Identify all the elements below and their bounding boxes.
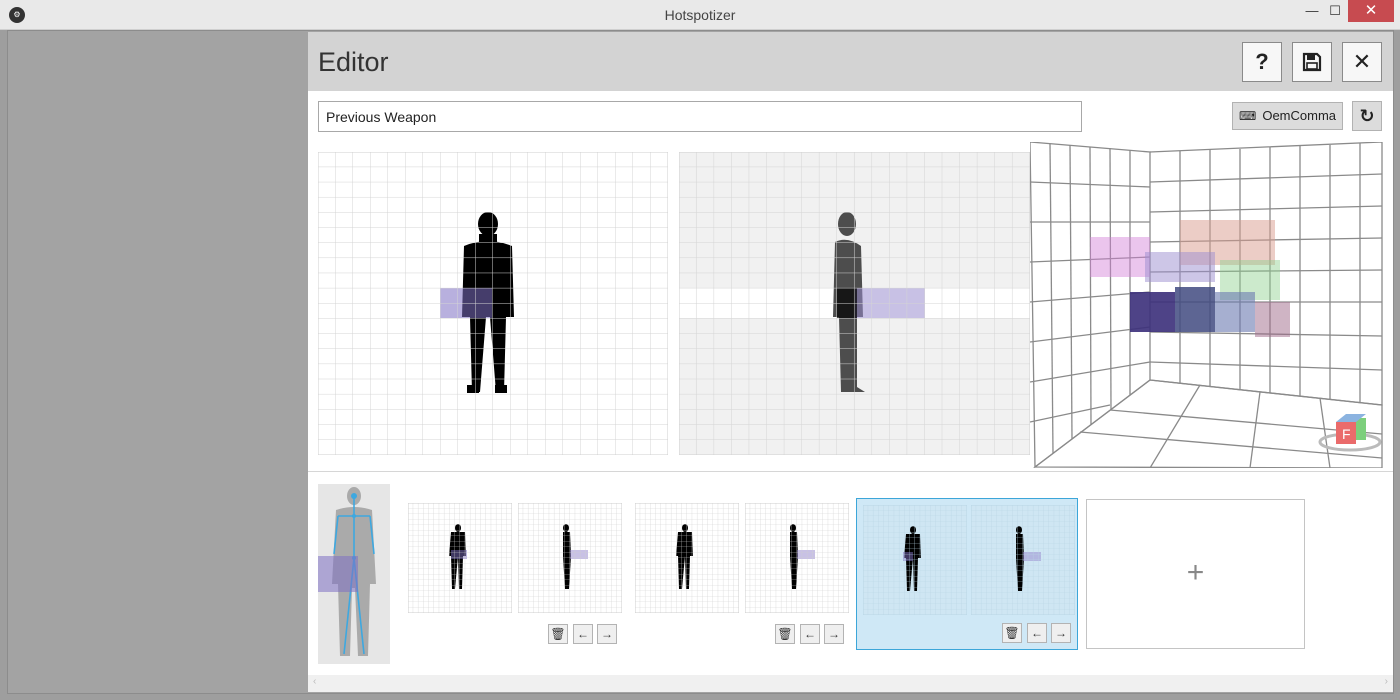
title-bar: ⚙ Hotspotizer — ☐ ✕ (0, 0, 1400, 30)
window-title: Hotspotizer (664, 7, 736, 23)
frame-1-side-thumb[interactable] (518, 503, 622, 613)
editor-header: Editor ? ✕ (308, 32, 1393, 91)
side-view-grid[interactable] (679, 152, 1030, 455)
frame-3-move-left-button[interactable]: ← (1027, 623, 1047, 643)
frame-3-side-thumb[interactable] (971, 505, 1075, 615)
gesture-name-input[interactable] (318, 101, 1082, 132)
orientation-cube-icon[interactable]: F (1318, 414, 1382, 452)
save-button[interactable] (1292, 42, 1332, 82)
separator (308, 471, 1393, 472)
joint-highlight (318, 556, 358, 592)
frame-1-delete-button[interactable]: 🗑 (548, 624, 568, 644)
frame-2-side-thumb[interactable] (745, 503, 849, 613)
add-frame-button[interactable]: + (1086, 499, 1305, 649)
skeleton-joint-picker[interactable] (318, 484, 390, 664)
frame-2-front-thumb[interactable] (635, 503, 739, 613)
svg-text:F: F (1342, 426, 1351, 442)
keyboard-icon: ⌨ (1239, 109, 1257, 123)
gesture-frame-3-selected[interactable]: 🗑 ← → (856, 498, 1078, 650)
close-window-button[interactable]: ✕ (1348, 0, 1394, 22)
editor-title: Editor (318, 47, 389, 77)
scroll-right-icon[interactable]: › (1385, 676, 1388, 687)
frame-1-move-left-button[interactable]: ← (573, 624, 593, 644)
key-binding-label: OemComma (1262, 108, 1337, 123)
frame-2-delete-button[interactable]: 🗑 (775, 624, 795, 644)
frame-2-move-left-button[interactable]: ← (800, 624, 820, 644)
scroll-left-icon[interactable]: ‹ (313, 676, 316, 687)
frame-3-move-right-button[interactable]: → (1051, 623, 1071, 643)
floppy-disk-icon (1302, 52, 1322, 72)
frame-1-move-right-button[interactable]: → (597, 624, 617, 644)
close-editor-button[interactable]: ✕ (1342, 42, 1382, 82)
3d-preview[interactable]: F (1030, 142, 1383, 468)
frame-3-front-thumb[interactable] (863, 505, 967, 615)
frame-3-delete-button[interactable]: 🗑 (1002, 623, 1022, 643)
refresh-icon: ↻ (1359, 106, 1375, 126)
frame-1-front-thumb[interactable] (408, 503, 512, 613)
horizontal-scrollbar[interactable]: ‹ › (308, 675, 1393, 692)
frame-2-move-right-button[interactable]: → (824, 624, 844, 644)
3d-hotspots (1090, 220, 1290, 337)
maximize-button[interactable]: ☐ (1320, 0, 1350, 22)
refresh-button[interactable]: ↻ (1352, 101, 1382, 131)
help-button[interactable]: ? (1242, 42, 1282, 82)
key-binding-button[interactable]: ⌨ OemComma (1232, 102, 1343, 130)
front-view-grid[interactable] (318, 152, 668, 455)
editor-panel: Editor ? ✕ ⌨ OemComma ↻ (308, 32, 1393, 692)
